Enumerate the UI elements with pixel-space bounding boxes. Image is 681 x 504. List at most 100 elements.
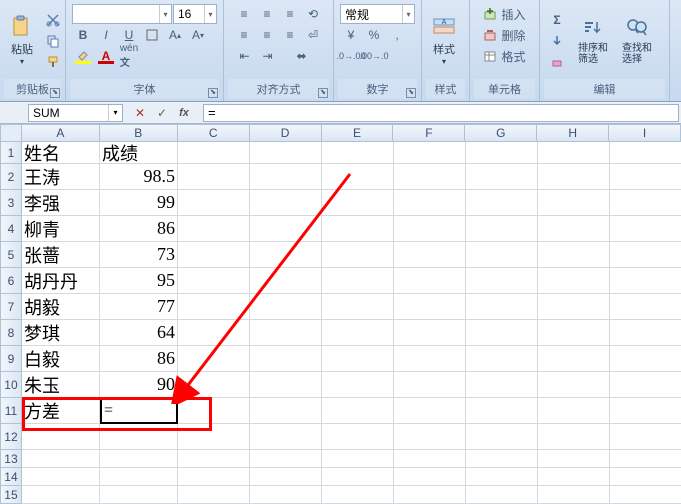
align-left-button[interactable]: ≡ xyxy=(233,25,255,45)
wrap-button[interactable]: ⏎ xyxy=(302,25,324,45)
cell-A6[interactable]: 胡丹丹 xyxy=(22,268,100,294)
align-bottom-button[interactable]: ≡ xyxy=(279,4,301,24)
cell-F4[interactable] xyxy=(394,216,466,242)
cell-F14[interactable] xyxy=(394,468,466,486)
cell-C7[interactable] xyxy=(178,294,250,320)
cell-D4[interactable] xyxy=(250,216,322,242)
cell-C3[interactable] xyxy=(178,190,250,216)
cell-D1[interactable] xyxy=(250,142,322,164)
cell-I14[interactable] xyxy=(610,468,681,486)
col-header-G[interactable]: G xyxy=(465,124,537,142)
styles-button[interactable]: A 样式 ▾ xyxy=(426,13,462,68)
cell-H5[interactable] xyxy=(538,242,610,268)
cell-A10[interactable]: 朱玉 xyxy=(22,372,100,398)
select-all-corner[interactable] xyxy=(0,124,22,142)
row-header-1[interactable]: 1 xyxy=(0,142,22,164)
cell-A8[interactable]: 梦琪 xyxy=(22,320,100,346)
cancel-formula-button[interactable]: ✕ xyxy=(131,104,149,122)
row-header-5[interactable]: 5 xyxy=(0,242,22,268)
cell-D3[interactable] xyxy=(250,190,322,216)
cell-I6[interactable] xyxy=(610,268,681,294)
cell-B6[interactable]: 95 xyxy=(100,268,178,294)
active-cell-input[interactable] xyxy=(104,402,174,420)
autosum-button[interactable]: Σ xyxy=(546,10,568,30)
cell-H13[interactable] xyxy=(538,450,610,468)
cell-H15[interactable] xyxy=(538,486,610,504)
cell-I1[interactable] xyxy=(610,142,681,164)
cell-B12[interactable] xyxy=(100,424,178,450)
number-format-combo[interactable]: 常规▾ xyxy=(340,4,415,24)
cell-E14[interactable] xyxy=(322,468,394,486)
dec-decimal-button[interactable]: .00→.0 xyxy=(363,46,385,66)
cell-A13[interactable] xyxy=(22,450,100,468)
cell-G5[interactable] xyxy=(466,242,538,268)
align-middle-button[interactable]: ≡ xyxy=(256,4,278,24)
row-header-4[interactable]: 4 xyxy=(0,216,22,242)
cell-H4[interactable] xyxy=(538,216,610,242)
cell-I5[interactable] xyxy=(610,242,681,268)
cell-G6[interactable] xyxy=(466,268,538,294)
cell-B5[interactable]: 73 xyxy=(100,242,178,268)
cell-C9[interactable] xyxy=(178,346,250,372)
cell-C5[interactable] xyxy=(178,242,250,268)
font-name-combo[interactable]: ▾ xyxy=(72,4,172,24)
row-header-3[interactable]: 3 xyxy=(0,190,22,216)
copy-button[interactable] xyxy=(42,31,64,51)
col-header-H[interactable]: H xyxy=(537,124,609,142)
cell-D5[interactable] xyxy=(250,242,322,268)
indent-inc-button[interactable]: ⇥ xyxy=(257,46,279,66)
font-size-combo[interactable]: 16▾ xyxy=(173,4,217,24)
cell-H2[interactable] xyxy=(538,164,610,190)
cell-F12[interactable] xyxy=(394,424,466,450)
cell-F8[interactable] xyxy=(394,320,466,346)
cell-E4[interactable] xyxy=(322,216,394,242)
enter-formula-button[interactable]: ✓ xyxy=(153,104,171,122)
cell-E6[interactable] xyxy=(322,268,394,294)
cell-B15[interactable] xyxy=(100,486,178,504)
cell-H3[interactable] xyxy=(538,190,610,216)
cell-I12[interactable] xyxy=(610,424,681,450)
row-header-11[interactable]: 11 xyxy=(0,398,22,424)
cell-F3[interactable] xyxy=(394,190,466,216)
cell-B1[interactable]: 成绩 xyxy=(100,142,178,164)
cell-E11[interactable] xyxy=(322,398,394,424)
cell-E15[interactable] xyxy=(322,486,394,504)
currency-button[interactable]: ¥ xyxy=(340,25,362,45)
cell-D9[interactable] xyxy=(250,346,322,372)
cell-H14[interactable] xyxy=(538,468,610,486)
cell-F13[interactable] xyxy=(394,450,466,468)
cell-D8[interactable] xyxy=(250,320,322,346)
cell-I11[interactable] xyxy=(610,398,681,424)
orientation-button[interactable]: ⟲ xyxy=(302,4,324,24)
col-header-D[interactable]: D xyxy=(250,124,322,142)
cell-C10[interactable] xyxy=(178,372,250,398)
cell-I7[interactable] xyxy=(610,294,681,320)
cell-G8[interactable] xyxy=(466,320,538,346)
cell-A4[interactable]: 柳青 xyxy=(22,216,100,242)
cell-F15[interactable] xyxy=(394,486,466,504)
grow-font-button[interactable]: A▴ xyxy=(164,25,186,45)
cell-C14[interactable] xyxy=(178,468,250,486)
cell-A12[interactable] xyxy=(22,424,100,450)
align-expand[interactable]: ⬊ xyxy=(318,88,328,98)
cell-C12[interactable] xyxy=(178,424,250,450)
cell-G3[interactable] xyxy=(466,190,538,216)
cut-button[interactable] xyxy=(42,10,64,30)
cell-E1[interactable] xyxy=(322,142,394,164)
cell-C2[interactable] xyxy=(178,164,250,190)
cell-D12[interactable] xyxy=(250,424,322,450)
cell-B14[interactable] xyxy=(100,468,178,486)
cell-F2[interactable] xyxy=(394,164,466,190)
cell-C6[interactable] xyxy=(178,268,250,294)
cell-E9[interactable] xyxy=(322,346,394,372)
cell-H11[interactable] xyxy=(538,398,610,424)
cell-F5[interactable] xyxy=(394,242,466,268)
cell-G9[interactable] xyxy=(466,346,538,372)
cell-B10[interactable]: 90 xyxy=(100,372,178,398)
cell-G12[interactable] xyxy=(466,424,538,450)
cell-G1[interactable] xyxy=(466,142,538,164)
cell-B4[interactable]: 86 xyxy=(100,216,178,242)
number-expand[interactable]: ⬊ xyxy=(406,88,416,98)
cell-D13[interactable] xyxy=(250,450,322,468)
phonetic-button[interactable]: wén文 xyxy=(118,46,140,66)
